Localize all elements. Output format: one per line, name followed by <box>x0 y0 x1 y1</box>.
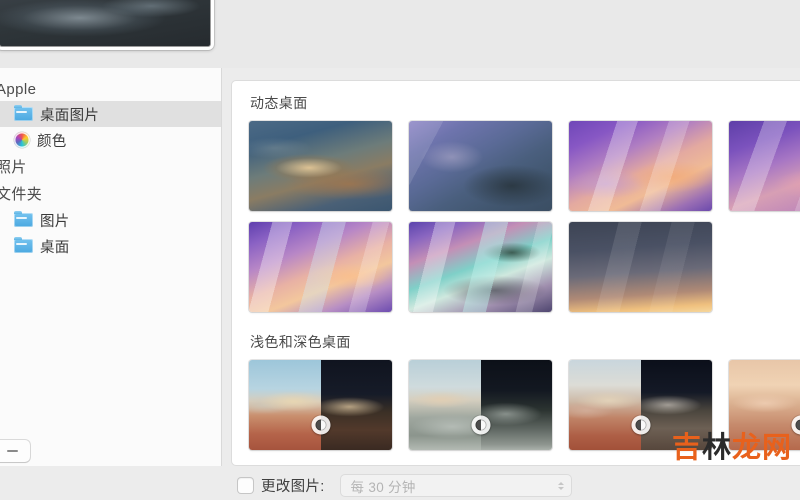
half-circle-glyph <box>315 419 326 431</box>
section-title-dynamic-desktop: 动态桌面 <box>250 95 308 111</box>
change-interval-value: 每 30 分钟 <box>350 479 416 495</box>
sidebar-group-photos: 照片 <box>0 153 221 180</box>
sidebar-header-folders: 文件夹 <box>0 186 43 203</box>
remove-folder-button[interactable] <box>0 440 30 462</box>
wallpaper-purple-mountain[interactable] <box>569 121 712 211</box>
wallpaper-coastline[interactable] <box>409 222 552 312</box>
source-sidebar[interactable]: Apple 桌面图片 颜色 照片 文件夹 图片 桌面 <box>0 68 222 466</box>
desktop-preview-frame[interactable] <box>0 0 214 50</box>
dark-half <box>480 360 552 450</box>
options-bar: 更改图片: 每 30 分钟 <box>231 466 800 500</box>
sidebar-item-desktop[interactable]: 桌面 <box>0 233 221 259</box>
sidebar-item-desktop-pictures[interactable]: 桌面图片 <box>0 101 221 127</box>
window-toolbar <box>0 0 800 68</box>
minus-icon <box>6 450 18 452</box>
window-body: Apple 桌面图片 颜色 照片 文件夹 图片 桌面 <box>0 68 800 500</box>
folder-icon <box>14 210 33 227</box>
sidebar-item-label: 颜色 <box>37 133 67 150</box>
light-half <box>249 360 321 450</box>
sidebar-item-label: 桌面 <box>40 239 70 256</box>
sidebar-header-apple: Apple <box>0 81 37 98</box>
wallpaper-row <box>232 121 800 211</box>
half-circle-glyph <box>475 419 486 431</box>
chevron-updown-icon <box>557 481 564 490</box>
desktop-preview-thumbnail <box>0 0 211 47</box>
change-picture-label: 更改图片: <box>261 479 325 495</box>
folder-icon <box>14 236 33 253</box>
sidebar-item-label: 图片 <box>40 213 70 230</box>
sidebar-item-colors[interactable]: 颜色 <box>0 127 221 153</box>
wallpaper-row <box>232 222 800 312</box>
row-spacer <box>232 211 800 222</box>
light-dark-mode-icon <box>471 415 490 435</box>
wallpaper-row <box>232 360 800 450</box>
light-dark-split <box>569 360 712 450</box>
wallpaper-big-sur[interactable] <box>409 121 552 211</box>
folder-icon <box>14 104 33 121</box>
section-title-light-dark-desktop: 浅色和深色桌面 <box>250 334 351 350</box>
light-half <box>569 360 641 450</box>
light-dark-mode-icon <box>311 415 330 435</box>
wallpaper-solar-gradient-1[interactable] <box>249 360 392 450</box>
sidebar-header-photos: 照片 <box>0 159 27 176</box>
light-dark-split <box>249 360 392 450</box>
wallpaper-dusk-gradient[interactable] <box>569 222 712 312</box>
wallpaper-mountain-dawn[interactable] <box>249 222 392 312</box>
color-wheel-icon <box>14 132 30 148</box>
sidebar-group-folders: 文件夹 图片 桌面 <box>0 180 221 259</box>
wallpaper-solar-gradient-2[interactable] <box>409 360 552 450</box>
wallpaper-solar-gradient-3[interactable] <box>569 360 712 450</box>
light-half <box>729 360 800 450</box>
wallpaper-catalina[interactable] <box>249 121 392 211</box>
half-circle-glyph <box>795 419 800 431</box>
wallpaper-purple-peak[interactable] <box>729 121 800 211</box>
change-picture-checkbox[interactable] <box>238 478 253 493</box>
change-picture-row: 更改图片: 每 30 分钟 <box>231 466 800 496</box>
half-circle-glyph <box>635 419 646 431</box>
light-dark-split <box>409 360 552 450</box>
light-dark-mode-icon <box>631 415 650 435</box>
sidebar-item-pictures[interactable]: 图片 <box>0 207 221 233</box>
change-interval-select[interactable]: 每 30 分钟 <box>340 475 571 496</box>
dark-half <box>320 360 392 450</box>
wallpaper-grid-pane[interactable]: 动态桌面 浅色和深色桌面 <box>231 80 800 466</box>
light-dark-split <box>729 360 800 450</box>
sidebar-item-label: 桌面图片 <box>40 107 100 124</box>
wallpaper-solar-gradient-4[interactable] <box>729 360 800 450</box>
sidebar-group-apple: Apple 桌面图片 颜色 <box>0 78 221 153</box>
dark-half <box>640 360 712 450</box>
light-half <box>409 360 481 450</box>
